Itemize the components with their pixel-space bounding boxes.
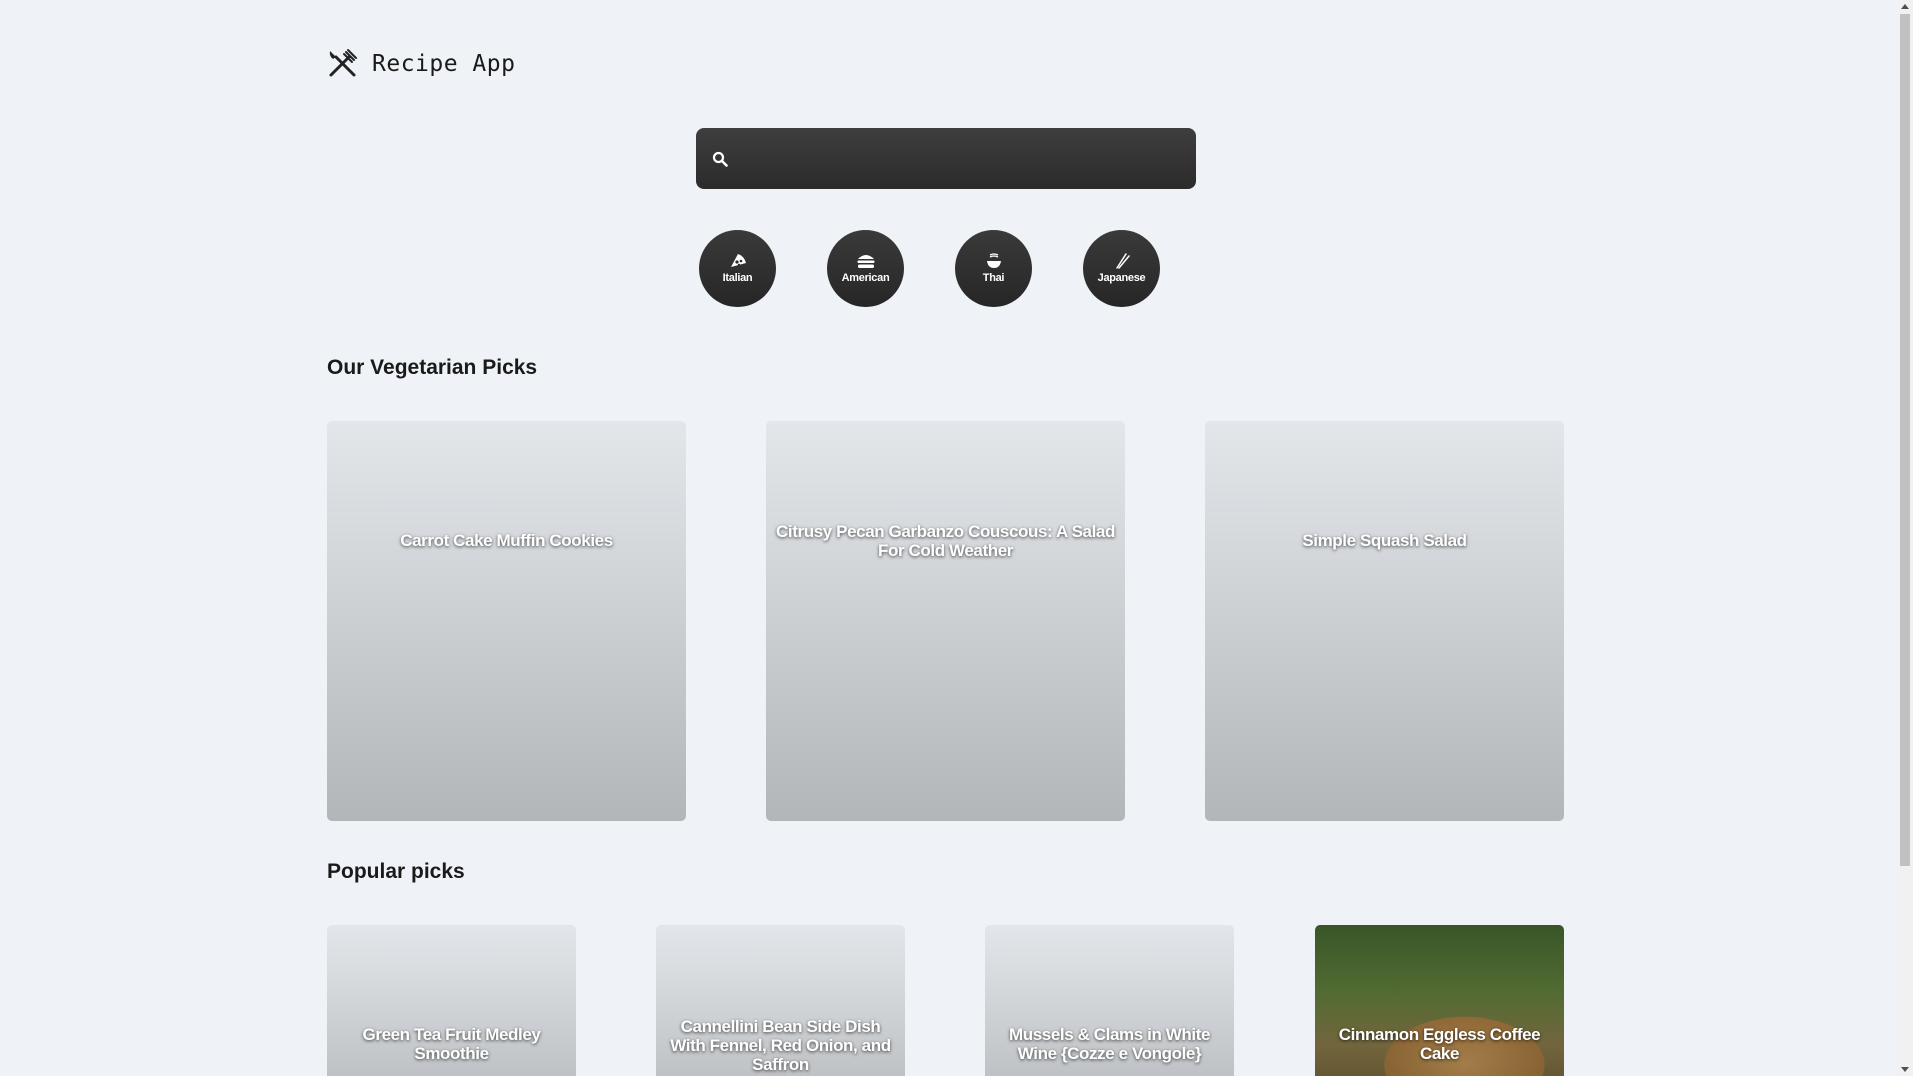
burger-icon <box>856 253 876 272</box>
recipe-card[interactable]: Cinnamon Eggless Coffee Cake <box>1315 925 1564 1076</box>
scroll-up-arrow-icon[interactable] <box>1901 4 1909 9</box>
vegetarian-section-title: Our Vegetarian Picks <box>327 356 538 379</box>
card-overlay <box>766 421 1125 821</box>
card-overlay <box>1205 421 1564 821</box>
popular-section-title: Popular picks <box>327 860 465 883</box>
recipe-card[interactable]: Cannellini Bean Side Dish With Fennel, R… <box>656 925 905 1076</box>
recipe-title: Carrot Cake Muffin Cookies <box>400 531 613 550</box>
cuisine-american[interactable]: American <box>827 230 904 307</box>
scroll-down-arrow-icon[interactable] <box>1901 1067 1909 1072</box>
noodle-bowl-icon <box>985 253 1003 272</box>
pizza-icon <box>729 253 747 272</box>
recipe-card[interactable]: Citrusy Pecan Garbanzo Couscous: A Salad… <box>766 421 1125 821</box>
cuisine-label: Italian <box>722 272 753 284</box>
recipe-title: Mussels & Clams in White Wine {Cozze e V… <box>1008 1025 1211 1063</box>
cuisine-label: Thai <box>982 272 1005 284</box>
page: Recipe App Italian American Thai Japanes… <box>0 0 1913 1076</box>
search-icon <box>712 151 728 167</box>
cuisine-thai[interactable]: Thai <box>955 230 1032 307</box>
recipe-card[interactable]: Carrot Cake Muffin Cookies <box>327 421 686 821</box>
cuisine-japanese[interactable]: Japanese <box>1083 230 1160 307</box>
search-input[interactable] <box>728 127 1196 190</box>
recipe-title: Simple Squash Salad <box>1302 531 1467 550</box>
app-header[interactable]: Recipe App <box>327 48 515 79</box>
search-bar[interactable] <box>696 127 1196 190</box>
scrollbar-thumb[interactable] <box>1900 14 1910 866</box>
chopsticks-icon <box>1113 253 1131 272</box>
recipe-card[interactable]: Green Tea Fruit Medley Smoothie <box>327 925 576 1076</box>
recipe-title: Cinnamon Eggless Coffee Cake <box>1338 1025 1541 1063</box>
recipe-title: Citrusy Pecan Garbanzo Couscous: A Salad… <box>776 522 1115 560</box>
cuisine-label: American <box>841 272 890 284</box>
fork-knife-icon <box>327 48 358 79</box>
recipe-title: Green Tea Fruit Medley Smoothie <box>362 1025 541 1063</box>
cuisine-list: Italian American Thai Japanese <box>699 230 1160 307</box>
page-scrollbar[interactable] <box>1897 0 1913 1076</box>
recipe-card[interactable]: Mussels & Clams in White Wine {Cozze e V… <box>985 925 1234 1076</box>
card-overlay <box>327 421 686 821</box>
recipe-title: Cannellini Bean Side Dish With Fennel, R… <box>670 1017 891 1074</box>
recipe-card[interactable]: Simple Squash Salad <box>1205 421 1564 821</box>
cuisine-label: Japanese <box>1097 272 1146 284</box>
app-title[interactable]: Recipe App <box>372 51 515 77</box>
cuisine-italian[interactable]: Italian <box>699 230 776 307</box>
